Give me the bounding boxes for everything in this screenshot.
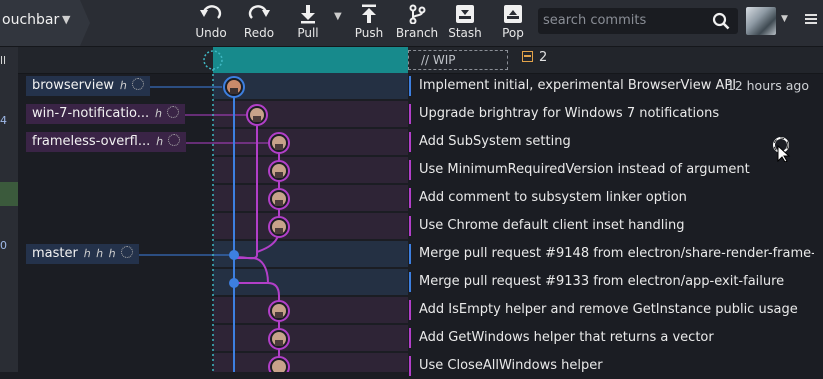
commit-row[interactable]: Implement initial, experimental BrowserV… [18, 73, 823, 99]
commit-message: Use MinimumRequiredVersion instead of ar… [409, 160, 814, 180]
commit-time: 12 hours ago [726, 78, 809, 93]
commit-message: Add comment to subsystem linker option [409, 188, 814, 208]
commit-row[interactable]: Upgrade brightray for Windows 7 notifica… [18, 101, 823, 127]
commit-message: Add IsEmpty helper and remove GetInstanc… [409, 300, 814, 320]
commit-message: Upgrade brightray for Windows 7 notifica… [409, 104, 814, 124]
commit-message: Use CloseAllWindows helper [409, 356, 814, 376]
commit-row[interactable]: Use Chrome default client inset handling [18, 213, 823, 239]
commit-message: Use Chrome default client inset handling [409, 216, 814, 236]
commit-message: Add SubSystem setting [409, 132, 814, 152]
commit-row[interactable]: Add SubSystem setting [18, 129, 823, 155]
commit-message: Add GetWindows helper that returns a vec… [409, 328, 814, 348]
commit-row[interactable]: Use CloseAllWindows helper [18, 353, 823, 379]
commit-row[interactable]: Merge pull request #9133 from electron/a… [18, 269, 823, 295]
commit-row[interactable]: Add GetWindows helper that returns a vec… [18, 325, 823, 351]
commit-row[interactable]: Add comment to subsystem linker option [18, 185, 823, 211]
busy-cursor-icon [773, 137, 791, 162]
commit-row[interactable]: Merge pull request #9148 from electron/s… [18, 241, 823, 267]
commit-row[interactable]: Add IsEmpty helper and remove GetInstanc… [18, 297, 823, 323]
commit-row[interactable]: Use MinimumRequiredVersion instead of ar… [18, 157, 823, 183]
commit-message: Merge pull request #9148 from electron/s… [409, 244, 814, 264]
commit-message: Merge pull request #9133 from electron/a… [409, 272, 814, 292]
